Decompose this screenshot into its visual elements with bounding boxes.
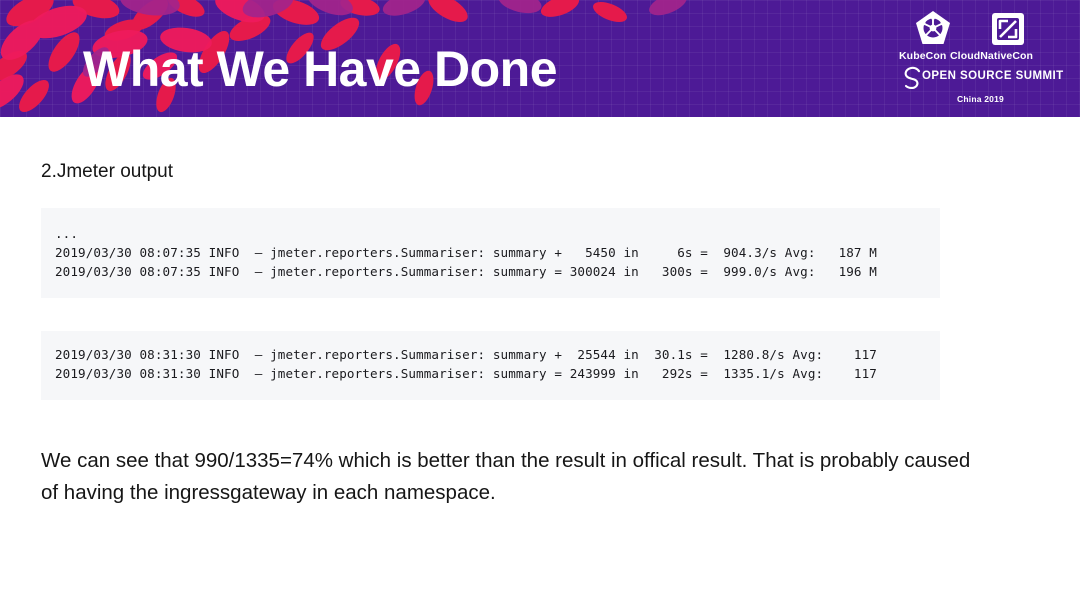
cloudnativecon-icon <box>992 13 1024 45</box>
slide-header-banner: What We Have Done KubeCon CloudNativeCon… <box>0 0 1080 117</box>
code-line: ... <box>55 226 79 241</box>
logo-names: KubeCon CloudNativeCon <box>893 50 1068 64</box>
summit-label: OPEN SOURCE SUMMIT <box>922 70 1064 82</box>
section-heading: 2.Jmeter output <box>41 161 174 182</box>
conclusion-paragraph: We can see that 990/1335=74% which is be… <box>41 449 971 504</box>
cloudnativecon-label: CloudNativeCon <box>950 50 1034 62</box>
summit-s-icon <box>904 66 921 90</box>
logo-marks <box>893 6 1068 52</box>
kubecon-label: KubeCon <box>899 50 947 62</box>
code-line: 2019/03/30 08:31:30 INFO – jmeter.report… <box>55 347 877 362</box>
code-line: 2019/03/30 08:31:30 INFO – jmeter.report… <box>55 366 877 381</box>
page-title: What We Have Done <box>83 41 558 97</box>
code-block-jmeter-run-1: ... 2019/03/30 08:07:35 INFO – jmeter.re… <box>41 208 940 298</box>
open-source-summit-row: OPEN SOURCE SUMMIT <box>893 66 1068 91</box>
code-block-jmeter-run-2: 2019/03/30 08:31:30 INFO – jmeter.report… <box>41 331 940 400</box>
summit-year-label: China 2019 <box>957 94 1004 104</box>
slide-body: 2.Jmeter output ... 2019/03/30 08:07:35 … <box>0 117 1080 602</box>
code-line: 2019/03/30 08:07:35 INFO – jmeter.report… <box>55 245 877 260</box>
code-line: 2019/03/30 08:07:35 INFO – jmeter.report… <box>55 264 877 279</box>
conference-logo-block: KubeCon CloudNativeCon OPEN SOURCE SUMMI… <box>893 6 1068 110</box>
kubernetes-helm-icon <box>916 11 950 44</box>
